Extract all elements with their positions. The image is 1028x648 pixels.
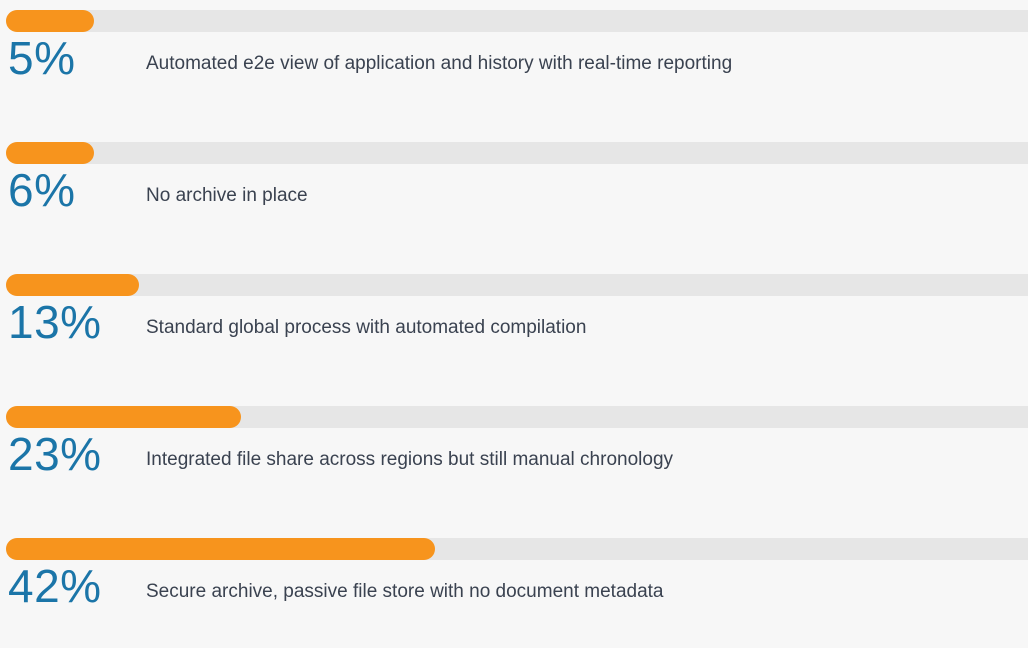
bar-fill [6, 538, 435, 560]
bar-label: Standard global process with automated c… [146, 317, 587, 338]
bar-label: No archive in place [146, 185, 308, 206]
bar-row: 6% No archive in place [0, 142, 1028, 252]
bar-track [6, 142, 1028, 164]
percent-value: 23% [8, 428, 102, 480]
bar-fill [6, 406, 241, 428]
bar-label: Automated e2e view of application and hi… [146, 53, 733, 74]
percent-value: 5% [8, 32, 76, 84]
percent-value: 42% [8, 560, 102, 612]
bar-row: 23% Integrated file share across regions… [0, 406, 1028, 516]
bar-row: 5% Automated e2e view of application and… [0, 10, 1028, 120]
bar-row: 13% Standard global process with automat… [0, 274, 1028, 384]
bar-track [6, 10, 1028, 32]
percent-value: 6% [8, 164, 76, 216]
bar-fill [6, 142, 94, 164]
bar-label: Secure archive, passive file store with … [146, 581, 664, 602]
bar-track [6, 274, 1028, 296]
bar-row: 42% Secure archive, passive file store w… [0, 538, 1028, 648]
bar-fill [6, 274, 139, 296]
progress-bar-chart: 5% Automated e2e view of application and… [0, 0, 1028, 628]
bar-label: Integrated file share across regions but… [146, 449, 674, 470]
percent-value: 13% [8, 296, 102, 348]
bar-fill [6, 10, 94, 32]
